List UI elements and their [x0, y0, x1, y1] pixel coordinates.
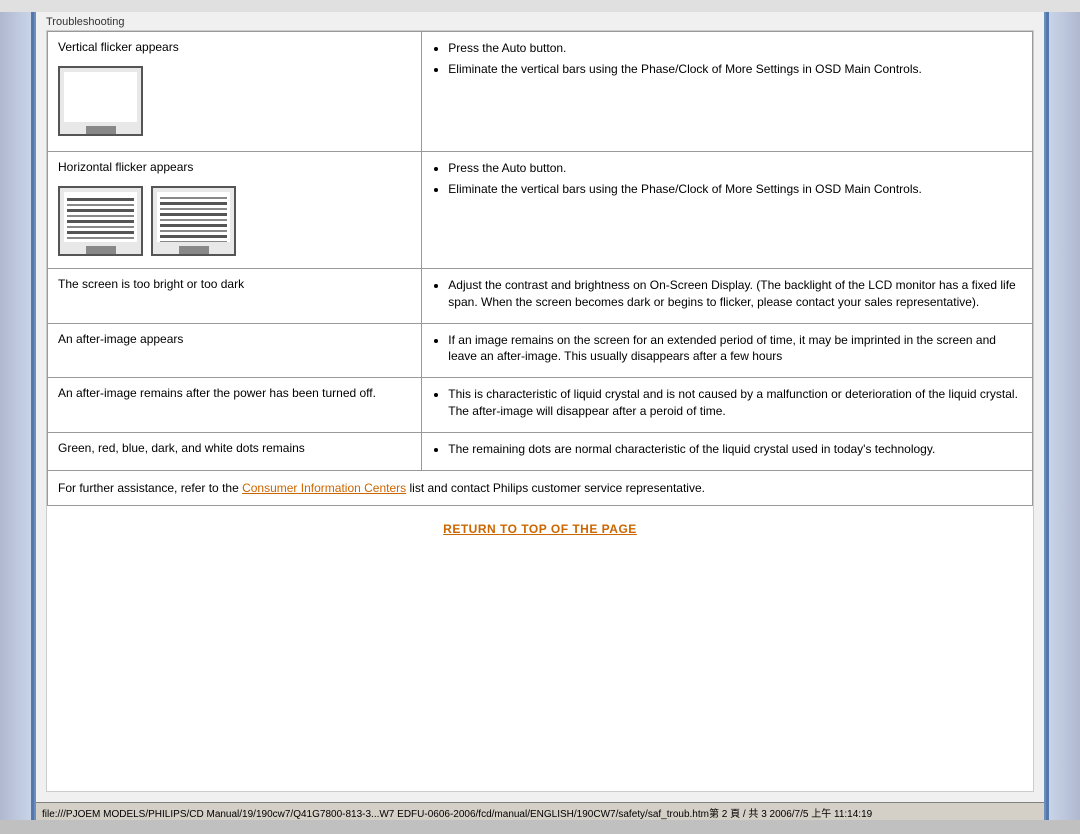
- trouble-table: Vertical flicker appears: [47, 31, 1033, 506]
- hbar8: [160, 235, 227, 238]
- footer-cell: For further assistance, refer to the Con…: [48, 470, 1033, 505]
- table-row: An after-image appears If an image remai…: [48, 323, 1033, 378]
- problem-cell: Vertical flicker appears: [48, 32, 422, 152]
- monitor-image-vertical: [58, 62, 147, 143]
- solution-item: Eliminate the vertical bars using the Ph…: [448, 61, 1022, 78]
- solution-item: Adjust the contrast and brightness on On…: [448, 277, 1022, 311]
- consumer-info-link[interactable]: Consumer Information Centers: [242, 481, 406, 495]
- problem-cell: Green, red, blue, dark, and white dots r…: [48, 432, 422, 470]
- problem-title: An after-image appears: [58, 332, 183, 346]
- hbar6: [160, 224, 227, 227]
- hbar3: [160, 208, 227, 210]
- solution-list: Press the Auto button. Eliminate the ver…: [432, 40, 1022, 78]
- solution-list: Press the Auto button. Eliminate the ver…: [432, 160, 1022, 198]
- table-row: Green, red, blue, dark, and white dots r…: [48, 432, 1033, 470]
- solution-cell: Press the Auto button. Eliminate the ver…: [422, 32, 1033, 152]
- problem-cell: The screen is too bright or too dark: [48, 269, 422, 324]
- problem-title: Green, red, blue, dark, and white dots r…: [58, 441, 305, 455]
- solution-list: Adjust the contrast and brightness on On…: [432, 277, 1022, 311]
- hbar7: [160, 230, 227, 232]
- solution-item: If an image remains on the screen for an…: [448, 332, 1022, 366]
- document-area: Vertical flicker appears: [46, 30, 1034, 792]
- hbar6: [67, 226, 134, 228]
- hbar8: [67, 237, 134, 239]
- problem-title: The screen is too bright or too dark: [58, 277, 244, 291]
- table-row: Horizontal flicker appears: [48, 152, 1033, 269]
- table-row: Vertical flicker appears: [48, 32, 1033, 152]
- monitor-display-1: [58, 186, 143, 256]
- horiz-flicker: [64, 192, 137, 242]
- vert-flicker: [64, 72, 137, 122]
- problem-cell: An after-image remains after the power h…: [48, 378, 422, 433]
- troubleshooting-label: Troubleshooting: [46, 16, 124, 28]
- horiz-flicker-2: [157, 192, 230, 242]
- right-panel: [1044, 12, 1080, 820]
- hbar1: [67, 198, 134, 201]
- solution-cell: If an image remains on the screen for an…: [422, 323, 1033, 378]
- solution-list: If an image remains on the screen for an…: [432, 332, 1022, 366]
- hbar1: [160, 197, 227, 199]
- problem-title: Vertical flicker appears: [58, 40, 411, 54]
- solution-cell: This is characteristic of liquid crystal…: [422, 378, 1033, 433]
- solution-item: The remaining dots are normal characteri…: [448, 441, 1022, 458]
- solution-item: This is characteristic of liquid crystal…: [448, 386, 1022, 420]
- footer-text-after: list and contact Philips customer servic…: [406, 481, 705, 495]
- screen: [64, 72, 137, 122]
- hbar3: [67, 209, 134, 212]
- solution-list: This is characteristic of liquid crystal…: [432, 386, 1022, 420]
- monitor-stand-2: [179, 246, 209, 254]
- screen: [157, 192, 230, 242]
- monitor-display-2: [151, 186, 236, 256]
- hbar5: [160, 219, 227, 221]
- hbar4: [67, 215, 134, 217]
- main-content: Troubleshooting Vertical flicker appears: [36, 12, 1044, 820]
- hbar5: [67, 220, 134, 223]
- screen: [64, 192, 137, 242]
- monitor-stand: [86, 126, 116, 134]
- solution-cell: The remaining dots are normal characteri…: [422, 432, 1033, 470]
- hbar4: [160, 213, 227, 216]
- status-text: file:///PJOEM MODELS/PHILIPS/CD Manual/1…: [42, 809, 872, 820]
- browser-chrome: [0, 0, 1080, 12]
- left-panel: [0, 12, 36, 820]
- hbar2: [160, 202, 227, 205]
- footer-row: For further assistance, refer to the Con…: [48, 470, 1033, 505]
- problem-title: An after-image remains after the power h…: [58, 386, 376, 400]
- monitor-images-horizontal: [58, 182, 411, 260]
- solution-item: Press the Auto button.: [448, 40, 1022, 57]
- problem-cell: Horizontal flicker appears: [48, 152, 422, 269]
- solution-list: The remaining dots are normal characteri…: [432, 441, 1022, 458]
- solution-cell: Adjust the contrast and brightness on On…: [422, 269, 1033, 324]
- monitor-display: [58, 66, 143, 136]
- solution-cell: Press the Auto button. Eliminate the ver…: [422, 152, 1033, 269]
- hbar7: [67, 231, 134, 234]
- solution-item: Press the Auto button.: [448, 160, 1022, 177]
- return-to-top[interactable]: RETURN TO TOP OF THE PAGE: [47, 506, 1033, 552]
- footer-text-before: For further assistance, refer to the: [58, 481, 242, 495]
- solution-item: Eliminate the vertical bars using the Ph…: [448, 181, 1022, 198]
- table-row: An after-image remains after the power h…: [48, 378, 1033, 433]
- status-bar: file:///PJOEM MODELS/PHILIPS/CD Manual/1…: [36, 802, 1044, 820]
- hbar2: [67, 204, 134, 206]
- problem-cell: An after-image appears: [48, 323, 422, 378]
- return-link-text[interactable]: RETURN TO TOP OF THE PAGE: [443, 522, 637, 536]
- problem-title: Horizontal flicker appears: [58, 160, 411, 174]
- table-row: The screen is too bright or too dark Adj…: [48, 269, 1033, 324]
- hbar9: [160, 241, 227, 242]
- page-header: Troubleshooting: [36, 12, 1044, 30]
- monitor-stand: [86, 246, 116, 254]
